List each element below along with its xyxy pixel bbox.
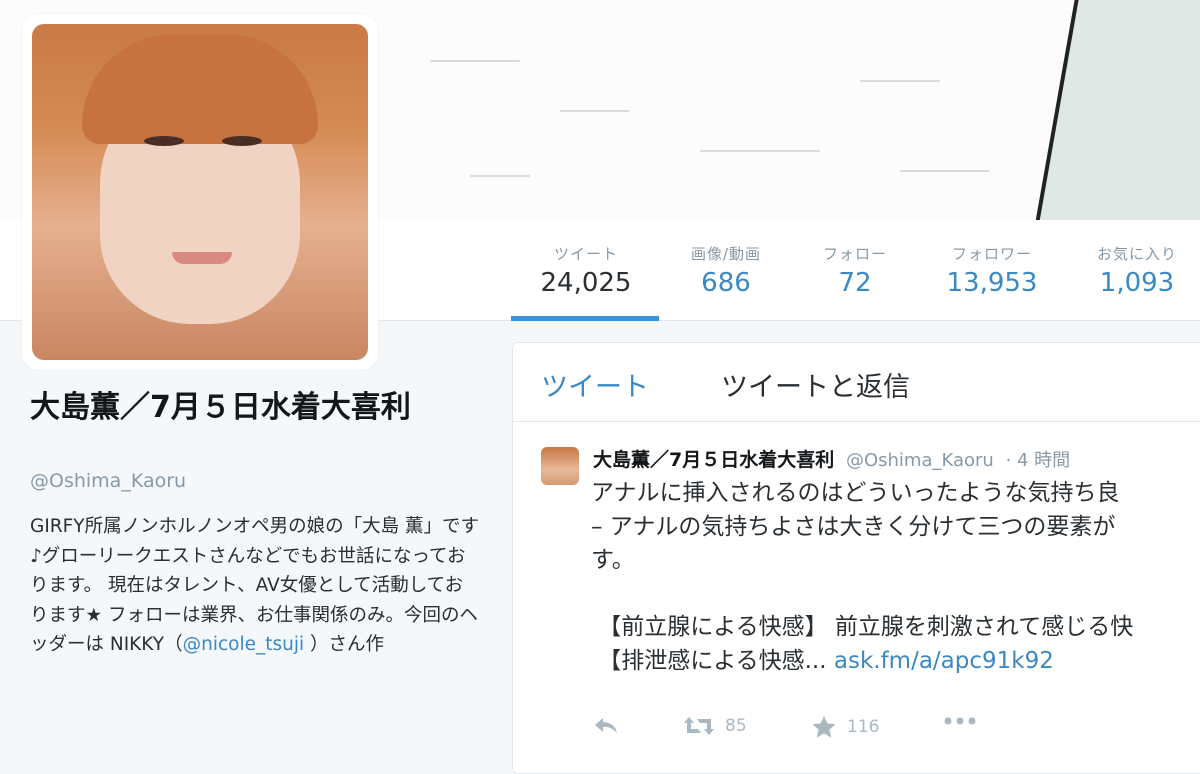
- header-sketch-line: [700, 150, 820, 152]
- favorite-count: 116: [847, 717, 880, 737]
- reply-icon: [595, 718, 617, 733]
- stat-media[interactable]: 画像/動画 686: [651, 243, 801, 298]
- timeline-tabs: ツイート ツイートと返信: [513, 343, 1200, 422]
- stat-tweets[interactable]: ツイート 24,025: [511, 243, 661, 298]
- stat-following[interactable]: フォロー 72: [780, 243, 930, 298]
- avatar-eye: [144, 136, 184, 146]
- tweet-author-handle[interactable]: @Oshima_Kaoru: [846, 450, 994, 471]
- retweet-count: 85: [725, 716, 747, 736]
- tab-tweets-and-replies[interactable]: ツイートと返信: [721, 365, 910, 404]
- stat-label: フォロワー: [951, 245, 1032, 263]
- tweet-body-text: アナルに挿入されるのはどういったような気持ち良 – アナルの気持ちよさは大きく分…: [591, 480, 1134, 674]
- star-icon: [812, 716, 836, 738]
- stat-label: ツイート: [553, 245, 618, 263]
- tweet-header: 大島薫／7月５日水着大喜利 @Oshima_Kaoru · 4 時間: [593, 445, 1070, 472]
- reply-button[interactable]: [593, 715, 619, 737]
- tweet-timestamp[interactable]: · 4 時間: [1006, 450, 1071, 471]
- header-sketch-line: [900, 170, 990, 172]
- stat-value: 24,025: [540, 268, 632, 298]
- header-illustration-shape: [1035, 0, 1200, 222]
- bio-text-end: ）さん作: [304, 634, 385, 655]
- tweet-avatar[interactable]: [541, 447, 579, 485]
- header-sketch-line: [470, 175, 530, 177]
- stat-value: 13,953: [946, 268, 1038, 298]
- retweet-button[interactable]: 85: [683, 715, 747, 737]
- tweet-link[interactable]: ask.fm/a/apc91k92: [834, 648, 1054, 674]
- stat-favorites[interactable]: お気に入り 1,093: [1062, 243, 1200, 298]
- more-icon: [944, 717, 976, 725]
- tab-tweets[interactable]: ツイート: [541, 365, 649, 404]
- stat-value: 72: [838, 268, 872, 298]
- profile-avatar[interactable]: [22, 14, 378, 370]
- stat-value: 686: [701, 268, 751, 298]
- stat-value: 1,093: [1099, 268, 1175, 298]
- stat-label: 画像/動画: [690, 245, 762, 263]
- avatar-photo: [32, 24, 368, 360]
- profile-handle[interactable]: @Oshima_Kaoru: [30, 470, 186, 492]
- tweet-author-name[interactable]: 大島薫／7月５日水着大喜利: [593, 449, 834, 471]
- stat-label: お気に入り: [1096, 245, 1177, 263]
- stat-followers[interactable]: フォロワー 13,953: [917, 243, 1067, 298]
- avatar-eye: [222, 136, 262, 146]
- favorite-button[interactable]: 116: [811, 715, 879, 739]
- header-sketch-line: [560, 110, 630, 112]
- tweet-actions: 85 116: [593, 715, 993, 745]
- more-button[interactable]: [943, 715, 977, 727]
- timeline: ツイート ツイートと返信 大島薫／7月５日水着大喜利 @Oshima_Kaoru…: [512, 342, 1200, 774]
- profile-bio: GIRFY所属ノンホルノンオペ男の娘の「大島 薫」です♪グローリークエストさんな…: [30, 512, 480, 660]
- header-sketch-line: [430, 60, 520, 62]
- header-sketch-line: [860, 80, 940, 82]
- bio-mention-link[interactable]: @nicole_tsuji: [183, 634, 305, 655]
- active-tab-underline: [511, 316, 659, 321]
- profile-name: 大島薫／7月５日水着大喜利: [30, 390, 411, 425]
- retweet-icon: [684, 717, 714, 735]
- tweet-text: アナルに挿入されるのはどういったような気持ち良 – アナルの気持ちよさは大きく分…: [591, 477, 1200, 678]
- avatar-hair: [82, 34, 318, 144]
- stat-label: フォロー: [822, 245, 887, 263]
- avatar-mouth: [172, 252, 232, 264]
